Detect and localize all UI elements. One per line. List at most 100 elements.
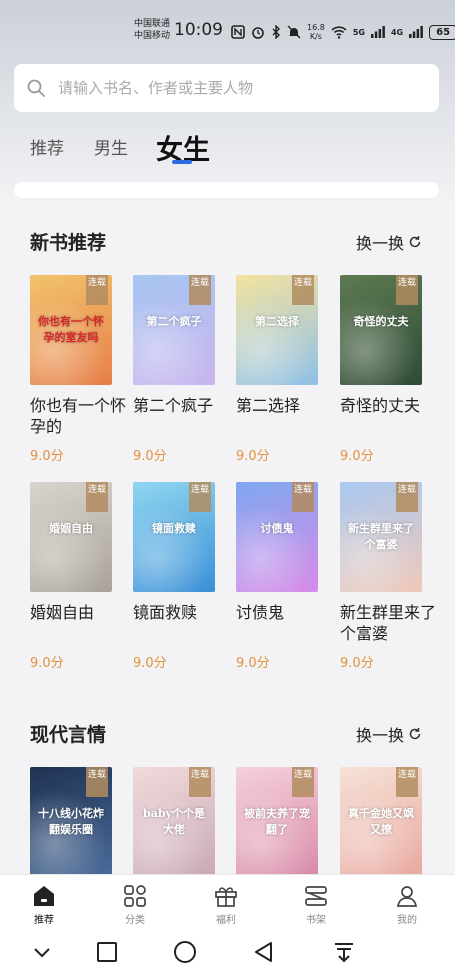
serializing-badge: 连载 (189, 275, 211, 305)
cover-title-art: 被前夫养了宠翻了 (244, 807, 310, 836)
book-score: 9.0分 (340, 656, 374, 671)
refresh-button-new-books[interactable]: 换一换 (356, 230, 422, 254)
carrier-info: 中国联通 中国移动 (134, 18, 170, 42)
book-card[interactable]: 第二选择 连载 第二选择 9.0分 (236, 275, 320, 464)
book-card[interactable]: 第二个疯子 连载 第二个疯子 9.0分 (133, 275, 217, 464)
book-score: 9.0分 (133, 449, 167, 464)
cover-title-art: 真千金她又飒又撩 (348, 807, 414, 836)
serializing-badge: 连载 (86, 767, 108, 797)
cover-title-art: 你也有一个怀孕的室友吗 (38, 315, 104, 344)
book-score: 9.0分 (236, 656, 270, 671)
alarm-icon (252, 27, 264, 39)
serializing-badge: 连载 (396, 767, 418, 797)
book-cover[interactable]: 新生群里来了个富婆 连载 (340, 482, 422, 592)
book-score: 9.0分 (340, 449, 374, 464)
refresh-label: 换一换 (356, 726, 405, 745)
book-title[interactable]: 第二选择 (236, 395, 332, 416)
book-card[interactable]: 镜面救赎 连载 镜面救赎 9.0分 (133, 482, 217, 671)
category-icon (124, 885, 146, 907)
battery-indicator: 65 (429, 24, 455, 40)
book-title[interactable]: 镜面救赎 (133, 602, 229, 623)
tab-male[interactable]: 男生 (94, 134, 128, 168)
book-card[interactable]: 讨债鬼 连载 讨债鬼 9.0分 (236, 482, 320, 671)
book-card[interactable]: 十八线小花炸翻娱乐圈 连载 (30, 767, 114, 877)
book-cover[interactable]: 第二选择 连载 (236, 275, 318, 385)
book-score: 9.0分 (133, 656, 167, 671)
profile-icon (396, 886, 418, 907)
network-speed: 16.8 K/s (307, 23, 325, 41)
serializing-badge: 连载 (292, 767, 314, 797)
bottom-navigation: 推荐 分类 福利 书架 我的 (0, 874, 455, 930)
banner-strip[interactable] (14, 182, 439, 198)
book-cover[interactable]: 第二个疯子 连载 (133, 275, 215, 385)
serializing-badge: 连载 (292, 275, 314, 305)
book-cover[interactable]: baby个个是大佬 连载 (133, 767, 215, 877)
serializing-badge: 连载 (86, 275, 108, 305)
book-score: 9.0分 (236, 449, 270, 464)
book-card[interactable]: 新生群里来了个富婆 连载新生群里来了个富婆 9.0分 (340, 482, 436, 671)
bluetooth-icon (272, 25, 280, 39)
signal-bars-1-icon (370, 26, 385, 38)
serializing-badge: 连载 (86, 482, 108, 512)
book-title[interactable]: 奇怪的丈夫 (340, 395, 436, 416)
search-icon (27, 79, 45, 97)
book-title[interactable]: 第二个疯子 (133, 395, 229, 416)
cover-title-art: 新生群里来了个富婆 (348, 522, 414, 551)
refresh-button-modern-romance[interactable]: 换一换 (356, 722, 422, 746)
serializing-badge: 连载 (189, 482, 211, 512)
section-title-new-books: 新书推荐 (30, 232, 107, 254)
book-cover[interactable]: 奇怪的丈夫 连载 (340, 275, 422, 385)
cover-title-art: 奇怪的丈夫 (353, 315, 409, 328)
book-title[interactable]: 新生群里来了个富婆 (340, 602, 436, 644)
nav-welfare[interactable]: 福利 (196, 883, 256, 926)
active-tab-indicator (172, 160, 192, 164)
notification-pull-icon[interactable] (332, 940, 356, 964)
home-circle-icon[interactable] (173, 940, 197, 964)
carrier-2: 中国移动 (134, 31, 171, 41)
clock: 10:09 (174, 20, 223, 40)
cover-title-art: 十八线小花炸翻娱乐圈 (38, 807, 104, 836)
book-cover[interactable]: 十八线小花炸翻娱乐圈 连载 (30, 767, 112, 877)
tab-recommend[interactable]: 推荐 (30, 134, 64, 168)
nav-category[interactable]: 分类 (105, 883, 165, 926)
cover-title-art: 讨债鬼 (260, 522, 294, 535)
serializing-badge: 连载 (396, 482, 418, 512)
home-icon (34, 886, 54, 906)
search-bar[interactable] (14, 64, 439, 112)
book-cover[interactable]: 讨债鬼 连载 (236, 482, 318, 592)
back-icon[interactable] (252, 940, 276, 964)
book-title[interactable]: 婚姻自由 (30, 602, 126, 623)
status-icons: 16.8 K/s 5G 4G 65 (231, 23, 455, 41)
serializing-badge: 连载 (189, 767, 211, 797)
book-cover[interactable]: 被前夫养了宠翻了 连载 (236, 767, 318, 877)
book-title[interactable]: 你也有一个怀孕的 (30, 395, 126, 437)
book-title[interactable]: 讨债鬼 (236, 602, 332, 623)
gift-icon (215, 887, 237, 907)
book-cover[interactable]: 婚姻自由 连载 (30, 482, 112, 592)
signal-bars-2-icon (409, 26, 423, 38)
chevron-down-icon[interactable] (30, 940, 54, 964)
book-cover[interactable]: 镜面救赎 连载 (133, 482, 215, 592)
cover-title-art: 第二选择 (255, 315, 299, 328)
refresh-icon (409, 728, 421, 740)
nav-bookshelf[interactable]: 书架 (286, 883, 346, 926)
wifi-icon (331, 25, 347, 39)
signal-type-2: 4G (390, 27, 404, 37)
book-card[interactable]: 真千金她又飒又撩 连载 (340, 767, 424, 877)
nav-profile[interactable]: 我的 (377, 883, 437, 926)
recent-apps-icon[interactable] (95, 940, 119, 964)
carrier-1: 中国联通 (134, 19, 171, 29)
book-score: 9.0分 (30, 656, 64, 671)
refresh-icon (409, 236, 421, 248)
book-cover[interactable]: 你也有一个怀孕的室友吗 连载 (30, 275, 112, 385)
book-card[interactable]: 被前夫养了宠翻了 连载 (236, 767, 320, 877)
book-cover[interactable]: 真千金她又飒又撩 连载 (340, 767, 422, 877)
book-card[interactable]: 奇怪的丈夫 连载 奇怪的丈夫 9.0分 (340, 275, 424, 464)
cover-title-art: baby个个是大佬 (143, 807, 205, 836)
book-card[interactable]: baby个个是大佬 连载 (133, 767, 217, 877)
book-card[interactable]: 婚姻自由 连载 婚姻自由 9.0分 (30, 482, 114, 671)
book-card[interactable]: 你也有一个怀孕的室友吗 连载 你也有一个怀孕的 9.0分 (30, 275, 126, 464)
nav-recommend[interactable]: 推荐 (14, 883, 74, 926)
cover-title-art: 镜面救赎 (152, 522, 196, 535)
search-input[interactable] (58, 79, 418, 97)
